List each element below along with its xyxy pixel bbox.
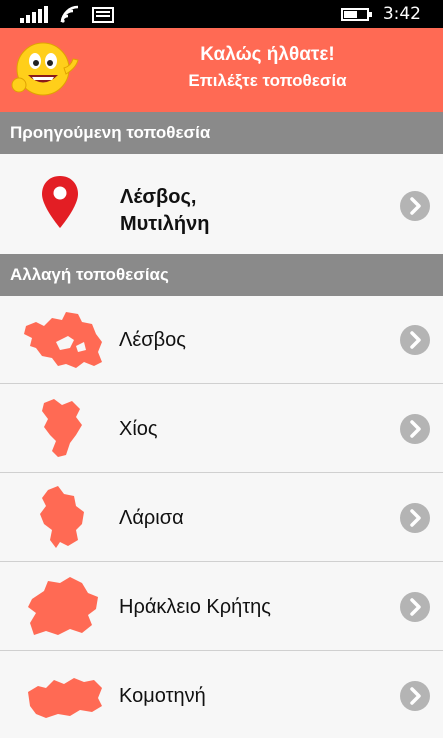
header-title: Καλώς ήλθατε! <box>200 44 335 65</box>
chevron-right-icon[interactable] <box>400 592 430 622</box>
header-subtitle: Επιλέξτε τοποθεσία <box>188 71 347 90</box>
list-item-label: Λάρισα <box>119 506 184 529</box>
signal-icon <box>20 6 48 23</box>
list-item-chios[interactable]: Χίος <box>0 385 443 473</box>
previous-location-item[interactable]: Λέσβος, Μυτιλήνη <box>0 156 443 254</box>
list-item-lesvos[interactable]: Λέσβος <box>0 296 443 384</box>
chevron-right-icon[interactable] <box>400 503 430 533</box>
list-item-label: Ηράκλειο Κρήτης <box>119 595 271 618</box>
previous-location-label: Λέσβος, Μυτιλήνη <box>120 184 209 238</box>
lesvos-map-icon <box>24 312 102 368</box>
list-item-larisa[interactable]: Λάρισα <box>0 474 443 562</box>
heraklion-map-icon <box>28 577 98 635</box>
battery-icon <box>340 7 372 21</box>
smiley-icon <box>11 42 79 96</box>
larisa-map-icon <box>40 486 84 548</box>
chevron-right-icon[interactable] <box>400 414 430 444</box>
chevron-right-icon[interactable] <box>400 325 430 355</box>
chevron-right-icon[interactable] <box>400 681 430 711</box>
list-item-label: Κομοτηνή <box>119 684 206 707</box>
location-pin-icon <box>42 176 78 228</box>
list-item-heraklion[interactable]: Ηράκλειο Κρήτης <box>0 563 443 651</box>
wifi-icon <box>60 5 79 23</box>
app-header: Καλώς ήλθατε! Επιλέξτε τοποθεσία <box>0 28 443 112</box>
previous-location-line2: Μυτιλήνη <box>120 213 210 235</box>
list-item-label: Λέσβος <box>119 328 186 351</box>
previous-location-line1: Λέσβος, <box>120 186 197 208</box>
status-bar: 3:42 <box>0 0 443 28</box>
komotini-map-icon <box>28 678 102 718</box>
list-item-label: Χίος <box>119 417 158 440</box>
previous-location-header: Προηγούμενη τοποθεσία <box>0 112 443 154</box>
change-location-header: Αλλαγή τοποθεσίας <box>0 254 443 296</box>
message-icon <box>92 7 114 23</box>
clock: 3:42 <box>382 4 421 24</box>
chevron-right-icon[interactable] <box>400 191 430 221</box>
list-item-komotini[interactable]: Κομοτηνή <box>0 652 443 738</box>
chios-map-icon <box>42 399 82 457</box>
